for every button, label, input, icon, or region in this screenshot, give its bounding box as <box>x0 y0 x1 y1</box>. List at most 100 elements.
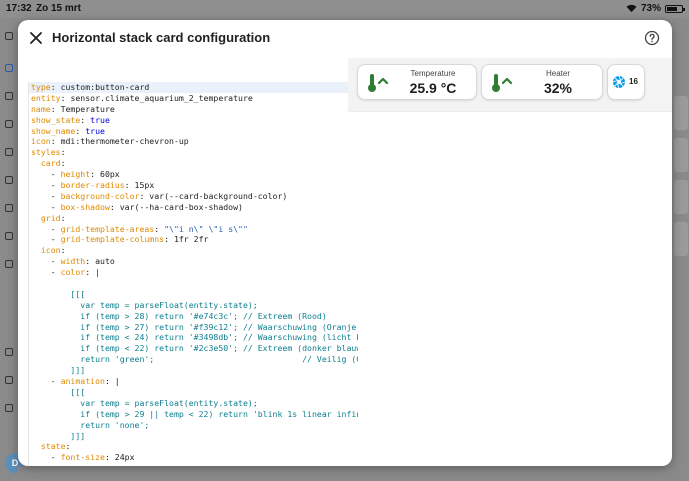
code-line: [[[ <box>29 387 358 398</box>
code-token: show_name <box>31 125 76 136</box>
status-time: 17:32 <box>6 3 32 14</box>
code-token: : <box>75 125 86 136</box>
code-token: : var(--ha-card-box-shadow) <box>109 201 243 212</box>
status-right: 73% <box>626 3 685 14</box>
code-token: if (temp > 29 || temp < 22) return 'blin… <box>31 408 358 419</box>
code-line: - border-radius: 15px <box>29 180 358 191</box>
code-line: - box-shadow: var(--ha-card-box-shadow) <box>29 202 358 213</box>
yaml-code-editor[interactable]: type: custom:button-card entity: sensor.c… <box>28 82 358 466</box>
lightning-icon <box>5 204 13 212</box>
code-token: var temp = parseFloat(entity.state); <box>31 299 258 310</box>
notifications-icon <box>5 348 13 356</box>
background-card <box>674 96 688 130</box>
settings-icon <box>5 404 13 412</box>
code-line: - grid-template-areas: "\"i n\" \"i s\"" <box>29 224 358 235</box>
code-token: - <box>31 256 61 267</box>
background-sidebar <box>0 18 18 481</box>
code-token: if (temp > 28) return '#e74c3c'; // Extr… <box>31 310 327 321</box>
status-bar: 17:32 Zo 15 mrt 73% <box>0 0 689 18</box>
code-line: var temp = parseFloat(entity.state); <box>29 398 358 409</box>
thermometer-chevron-up-icon <box>368 74 389 92</box>
code-token: styles <box>31 147 61 158</box>
dialog-header: Horizontal stack card configuration <box>18 20 672 58</box>
code-token: - <box>31 169 61 180</box>
code-line: ]]] <box>29 365 358 376</box>
small-card[interactable]: 16 <box>607 64 645 100</box>
card-config-dialog: Horizontal stack card configuration type… <box>18 20 672 466</box>
code-token: width <box>60 256 86 267</box>
code-line: if (temp > 27) return '#f39c12'; // Waar… <box>29 322 358 333</box>
code-token: sensor.climate_aquarium_2_temperature <box>70 92 253 103</box>
code-token: card <box>31 158 61 169</box>
code-token: return 'none'; <box>31 419 150 430</box>
code-line: - height: 60px <box>29 169 358 180</box>
dialog-title: Horizontal stack card configuration <box>52 30 271 45</box>
code-token: grid-template-columns <box>60 234 165 245</box>
code-token: - <box>31 267 61 278</box>
aperture-icon <box>612 75 626 89</box>
code-token: [[[ <box>31 386 86 397</box>
code-token: height <box>60 169 91 180</box>
thermometer-chevron-up-icon <box>492 74 513 92</box>
code-token: : var(--card-background-color) <box>139 190 288 201</box>
code-token: : 15px <box>124 180 155 191</box>
code-token: : <box>60 147 66 158</box>
code-token: : <box>60 92 71 103</box>
heater-card[interactable]: Heater 32% <box>481 64 603 100</box>
code-token: - <box>31 234 61 245</box>
code-token: : 60px <box>90 169 120 180</box>
heater-card-state: 32% <box>543 80 573 96</box>
code-token: : <box>154 223 165 234</box>
code-token: mdi:thermometer-chevron-up <box>60 136 189 147</box>
code-line: name: Temperature <box>29 104 358 115</box>
code-line: - grid-template-columns: 1fr 2fr <box>29 234 358 245</box>
temperature-card-state: 25.9 °C <box>409 80 457 96</box>
code-token: - <box>31 452 61 463</box>
code-token: - <box>31 201 61 212</box>
code-token: : 1fr 2fr <box>164 234 209 245</box>
code-token: return 'green'; // Veilig (Groen) <box>31 354 358 365</box>
code-token: : <box>60 245 66 256</box>
code-line: if (temp < 24) return '#3498db'; // Waar… <box>29 332 358 343</box>
close-icon[interactable] <box>28 30 44 46</box>
battery-icon <box>665 4 685 13</box>
code-token: icon <box>31 136 51 147</box>
code-line: var temp = parseFloat(entity.state); <box>29 300 358 311</box>
code-line: grid: <box>29 213 358 224</box>
code-line: - animation: | <box>29 376 358 387</box>
code-token: : auto <box>85 256 115 267</box>
tools-icon <box>5 376 13 384</box>
map-icon <box>5 232 13 240</box>
code-token: - <box>31 223 61 234</box>
code-line: icon: mdi:thermometer-chevron-up <box>29 136 358 147</box>
code-token: - <box>31 376 61 387</box>
code-token: entity <box>31 92 61 103</box>
code-line: if (temp < 22) return '#2c3e50'; // Extr… <box>29 343 358 354</box>
code-token: animation <box>60 376 105 387</box>
help-icon[interactable] <box>644 30 660 46</box>
code-line: - color: | <box>29 267 358 278</box>
code-token: custom:button-card <box>60 82 150 92</box>
background-card <box>674 222 688 256</box>
code-token: true <box>85 125 105 136</box>
temperature-card[interactable]: Temperature 25.9 °C <box>357 64 477 100</box>
code-token: state <box>31 441 66 452</box>
heater-card-name: Heater <box>545 69 570 78</box>
code-line: entity: sensor.climate_aquarium_2_temper… <box>29 93 358 104</box>
code-token: type <box>31 82 51 92</box>
code-token: : | <box>85 267 101 278</box>
background-card <box>674 180 688 214</box>
background-card <box>674 138 688 172</box>
code-token: grid <box>31 212 61 223</box>
background-right-strip <box>672 18 689 481</box>
code-line: - font-size: 24px <box>29 452 358 463</box>
code-token: - <box>31 190 61 201</box>
code-token: box-shadow <box>60 201 110 212</box>
code-line: type: custom:button-card <box>29 82 358 93</box>
code-token: : <box>50 103 61 114</box>
todo-icon <box>5 260 13 268</box>
code-token: ]]] <box>31 430 86 441</box>
code-token: : <box>50 82 61 92</box>
code-token: : <box>80 114 91 125</box>
wifi-icon <box>626 4 637 13</box>
